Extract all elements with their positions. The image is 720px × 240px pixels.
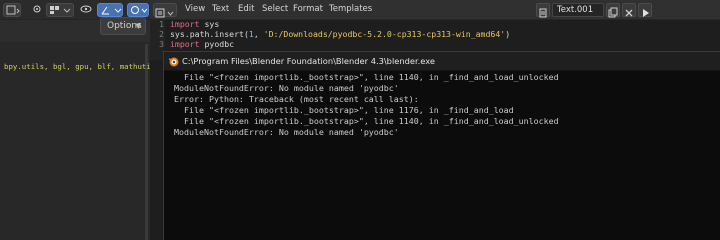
editor-type-dropdown[interactable] — [3, 3, 21, 17]
text-editor-header: View Text Edit Select Format Templates T… — [150, 0, 720, 20]
eye-icon[interactable] — [78, 3, 94, 17]
duplicate-icon — [608, 7, 618, 18]
menu-format[interactable]: Format — [293, 4, 323, 14]
toggle-icon[interactable] — [30, 3, 42, 17]
new-text-button[interactable] — [606, 3, 620, 18]
chevron-down-icon: ▼ — [135, 22, 141, 30]
blender-icon — [168, 57, 179, 67]
text-name-field[interactable]: Text.001 — [552, 3, 604, 17]
console-line: ModuleNotFoundError: No module named 'py… — [174, 127, 399, 137]
console-line: File "<frozen importlib._bootstrap>", li… — [174, 72, 559, 82]
close-icon — [625, 9, 633, 17]
overlay-toggle[interactable] — [127, 3, 149, 17]
view-mode-dropdown[interactable] — [46, 3, 74, 17]
text-browse-button[interactable] — [536, 3, 550, 18]
unlink-text-button[interactable] — [622, 3, 636, 17]
text-editor-icon — [155, 8, 174, 18]
menu-templates[interactable]: Templates — [329, 4, 372, 14]
system-console-window[interactable]: C:\Program Files\Blender Foundation\Blen… — [163, 51, 720, 240]
line-number: 3 — [159, 40, 164, 49]
text-datablock-selector: Text.001 — [536, 3, 654, 18]
console-line: Error: Python: Traceback (most recent ca… — [174, 94, 419, 104]
gizmo-toggle[interactable] — [97, 3, 123, 17]
menu-edit[interactable]: Edit — [238, 4, 254, 14]
console-title-bar[interactable]: C:\Program Files\Blender Foundation\Blen… — [164, 52, 720, 71]
options-dropdown[interactable]: Options ▼ — [100, 17, 146, 35]
console-line: File "<frozen importlib._bootstrap>", li… — [174, 116, 559, 126]
line-number: 2 — [159, 30, 164, 39]
editor-type-dropdown[interactable] — [153, 3, 177, 18]
console-line: ModuleNotFoundError: No module named 'py… — [174, 83, 399, 93]
console-title: C:\Program Files\Blender Foundation\Blen… — [182, 56, 435, 66]
code-line[interactable]: import pyodbc — [170, 39, 234, 49]
menu-text[interactable]: Text — [212, 4, 229, 14]
line-number: 1 — [159, 20, 164, 29]
python-console-area[interactable] — [0, 43, 150, 240]
console-line: File "<frozen importlib._bootstrap>", li… — [174, 105, 514, 115]
code-line[interactable]: import sys — [170, 19, 219, 29]
code-line[interactable]: sys.path.insert(1, 'D:/Downloads/pyodbc-… — [170, 29, 510, 39]
text-file-icon — [539, 8, 547, 18]
menu-view[interactable]: View — [185, 4, 205, 14]
menu-select[interactable]: Select — [262, 4, 288, 14]
left-panel: Options ▼ — [0, 0, 150, 240]
play-icon — [643, 9, 649, 17]
run-script-button[interactable] — [638, 3, 652, 17]
console-imports-text: bpy.utils, bgl, gpu, blf, mathutil — [4, 62, 156, 71]
scrollbar[interactable] — [145, 44, 148, 240]
console-icon — [6, 5, 20, 15]
